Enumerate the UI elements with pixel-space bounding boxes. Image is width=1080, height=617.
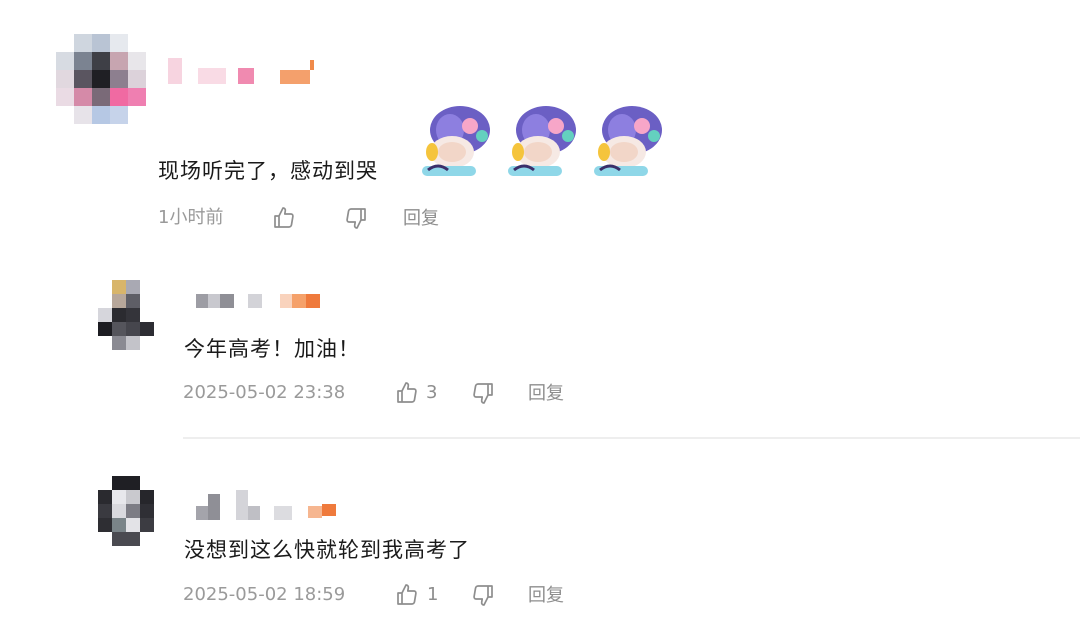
like-count: 3 — [426, 382, 438, 403]
username[interactable] — [196, 294, 326, 310]
thumbs-down-icon[interactable] — [471, 381, 495, 405]
comment-time: 2025-05-02 18:59 — [183, 584, 346, 605]
thumbs-down-icon[interactable] — [344, 206, 368, 230]
avatar[interactable] — [98, 476, 154, 548]
avatar[interactable] — [56, 34, 146, 124]
thumbs-up-icon[interactable] — [395, 583, 419, 607]
comment-time: 1小时前 — [158, 207, 224, 228]
username[interactable] — [168, 58, 318, 84]
like-count: 1 — [427, 584, 439, 605]
crying-sticker-icon — [500, 100, 584, 184]
thumbs-up-icon[interactable] — [272, 206, 296, 230]
reply-button[interactable]: 回复 — [403, 207, 439, 231]
comment-text: 没想到这么快就轮到我高考了 — [184, 538, 470, 562]
thumbs-up-icon[interactable] — [395, 381, 419, 405]
reply-button[interactable]: 回复 — [528, 584, 564, 608]
comment-text: 现场听完了，感动到哭 — [158, 159, 378, 183]
username[interactable] — [196, 490, 341, 520]
reply-button[interactable]: 回复 — [528, 382, 564, 406]
comment-time: 2025-05-02 23:38 — [183, 382, 346, 403]
thumbs-down-icon[interactable] — [471, 583, 495, 607]
comment-text: 今年高考！加油！ — [184, 337, 360, 361]
avatar[interactable] — [98, 280, 154, 352]
crying-sticker-icon — [586, 100, 670, 184]
crying-sticker-icon — [414, 100, 498, 184]
divider — [183, 437, 1080, 439]
